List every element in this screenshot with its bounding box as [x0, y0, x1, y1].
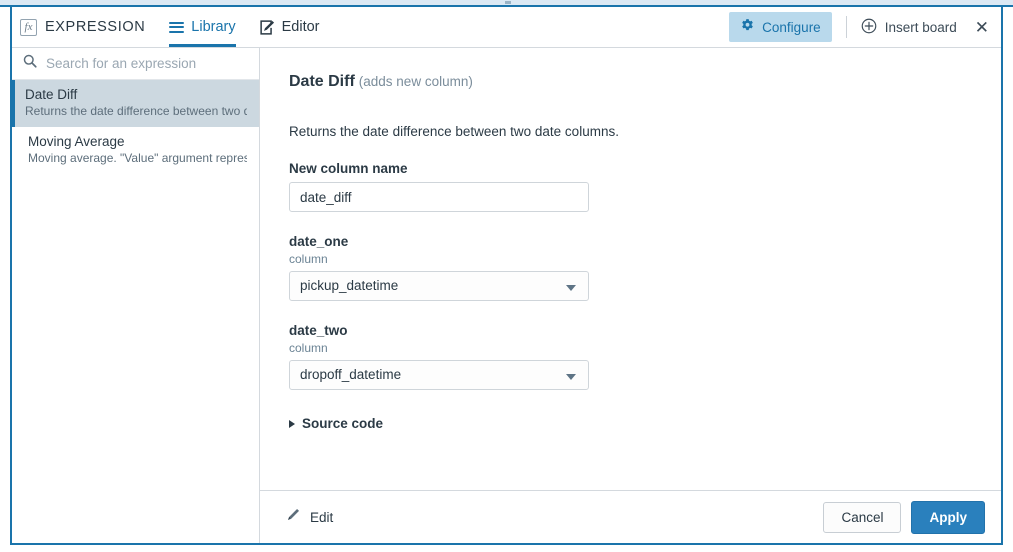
- apply-button[interactable]: Apply: [911, 500, 985, 534]
- cancel-button[interactable]: Cancel: [823, 501, 902, 533]
- tab-library[interactable]: Library: [169, 7, 236, 47]
- panel-header: fx EXPRESSION Library Editor Configure I…: [12, 7, 1001, 48]
- field-label: date_two: [289, 323, 348, 338]
- date-one-select[interactable]: pickup_datetime: [289, 271, 589, 301]
- chevron-down-icon: [566, 285, 576, 291]
- page-title: Date Diff (adds new column): [289, 73, 1001, 91]
- expression-panel: fx EXPRESSION Library Editor Configure I…: [10, 7, 1003, 545]
- edit-label: Edit: [310, 509, 334, 525]
- panel-footer: Edit Cancel Apply: [260, 490, 1001, 543]
- field-sublabel: column: [289, 252, 328, 266]
- date-one-selected-value: pickup_datetime: [300, 278, 399, 293]
- list-item-title: Date Diff: [25, 87, 78, 102]
- edit-button[interactable]: Edit: [286, 507, 333, 527]
- list-item-description: Moving average. "Value" argument represe…: [28, 151, 247, 165]
- pencil-square-icon: [259, 19, 275, 35]
- list-item-title: Moving Average: [28, 134, 125, 149]
- header-divider: [845, 16, 847, 38]
- page-title-suffix: (adds new column): [358, 74, 473, 89]
- source-code-label: Source code: [302, 416, 384, 431]
- search-placeholder: Search for an expression: [46, 56, 197, 71]
- pencil-icon: [286, 507, 301, 527]
- field-date-two: date_two column dropoff_datetime: [289, 323, 1001, 390]
- page-title-text: Date Diff: [289, 73, 355, 90]
- header-left-group: fx EXPRESSION Library Editor: [20, 7, 320, 47]
- insert-board-label: Insert board: [884, 19, 957, 35]
- list-item[interactable]: Moving Average Moving average. "Value" a…: [12, 127, 259, 174]
- gear-icon: [740, 18, 755, 36]
- search-input[interactable]: Search for an expression: [12, 48, 259, 80]
- plus-circle-icon: [861, 18, 877, 37]
- tab-library-label: Library: [191, 19, 236, 35]
- close-icon[interactable]: ✕: [975, 19, 989, 36]
- footer-actions: Cancel Apply: [823, 500, 985, 534]
- date-two-selected-value: dropoff_datetime: [300, 367, 402, 382]
- top-strip-marker: [505, 1, 511, 4]
- configure-label: Configure: [762, 19, 821, 35]
- list-item[interactable]: Date Diff Returns the date difference be…: [12, 80, 259, 127]
- fx-icon: fx: [20, 18, 37, 36]
- source-code-disclosure[interactable]: Source code: [289, 416, 383, 431]
- insert-board-button[interactable]: Insert board: [861, 18, 957, 37]
- hamburger-icon: [169, 21, 185, 33]
- library-sidebar: Search for an expression Date Diff Retur…: [12, 48, 260, 543]
- panel-brand-title: EXPRESSION: [45, 19, 146, 35]
- tab-editor-label: Editor: [281, 19, 320, 35]
- tab-editor[interactable]: Editor: [259, 7, 320, 47]
- field-date-one: date_one column pickup_datetime: [289, 234, 1001, 301]
- expression-detail-pane: Date Diff (adds new column) Returns the d…: [260, 48, 1001, 491]
- configure-button[interactable]: Configure: [729, 12, 832, 42]
- search-icon: [23, 54, 37, 73]
- new-column-name-input[interactable]: [289, 182, 589, 212]
- chevron-down-icon: [566, 374, 576, 380]
- field-new-column-name: New column name: [289, 161, 1001, 212]
- expression-panel-screenshot: fx EXPRESSION Library Editor Configure I…: [0, 0, 1013, 552]
- field-label: New column name: [289, 161, 408, 176]
- list-item-description: Returns the date difference between two …: [25, 104, 247, 118]
- expression-description: Returns the date difference between two …: [289, 124, 619, 139]
- field-sublabel: column: [289, 341, 328, 355]
- triangle-right-icon: [289, 419, 295, 428]
- field-label: date_one: [289, 234, 349, 249]
- date-two-select[interactable]: dropoff_datetime: [289, 360, 589, 390]
- header-right-group: Configure Insert board ✕: [729, 7, 993, 47]
